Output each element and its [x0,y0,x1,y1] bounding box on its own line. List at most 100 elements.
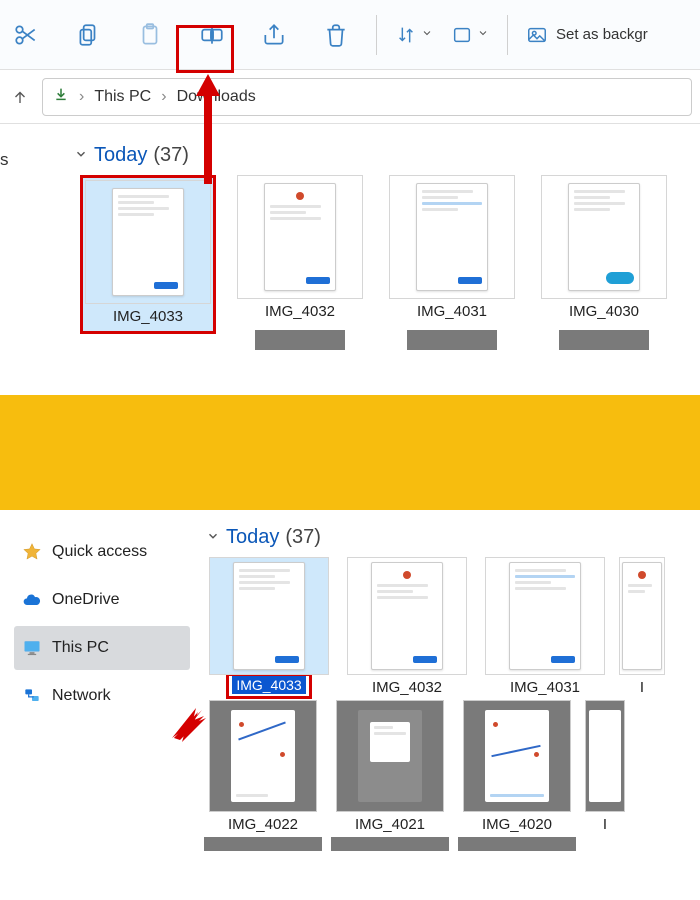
file-name: I [603,812,607,837]
up-button[interactable] [8,85,32,109]
sidebar-item-quick-access[interactable]: Quick access [14,530,190,574]
file-thumbnail [237,175,363,299]
chevron-down-icon [421,26,433,44]
trash-icon [323,22,349,48]
file-item[interactable]: IMG_4020 [458,700,576,851]
set-background-label: Set as backgr [556,26,648,43]
section-header-today[interactable]: Today (37) [206,526,700,549]
file-grid: IMG_4033 IMG_4032 IMG_4031 IMG_4030 [0,175,700,350]
share-icon [261,22,287,48]
file-item[interactable]: IMG_4031 [480,557,610,700]
monitor-icon [22,638,42,658]
breadcrumb[interactable]: › This PC › Downloads [42,78,692,116]
file-name: I [640,675,644,700]
file-thumbnail [389,175,515,299]
file-thumbnail [485,557,605,675]
view-dropdown[interactable] [451,24,489,46]
file-thumbnail [463,700,571,812]
file-thumbnail [619,557,665,675]
chevron-down-icon [206,526,220,549]
lower-content: Today (37) IMG_4033 IMG_4032 IMG_4031 I [190,510,700,900]
partial-thumbnail [255,330,345,350]
section-count: (37) [153,144,189,167]
content-area: Today (37) IMG_4033 IMG_4032 IMG_4031 IM… [0,124,700,350]
sidebar-item-this-pc[interactable]: This PC [14,626,190,670]
set-background-button[interactable]: Set as backgr [526,24,648,46]
partial-thumbnail [458,837,576,851]
file-thumbnail [209,700,317,812]
view-icon [451,24,473,46]
toolbar-separator [507,15,508,55]
sidebar-item-onedrive[interactable]: OneDrive [14,578,190,622]
share-button[interactable] [252,13,296,57]
breadcrumb-separator: › [79,88,84,106]
download-icon [53,86,69,107]
cut-button[interactable] [4,13,48,57]
paste-button[interactable] [128,13,172,57]
partial-thumbnail [407,330,497,350]
section-label: Today [94,144,147,167]
section-count: (37) [285,526,321,549]
rename-input[interactable]: IMG_4033 [232,676,305,694]
file-name: IMG_4020 [482,812,552,837]
partial-thumbnail [331,837,449,851]
sidebar-label: Network [52,687,111,705]
file-thumbnail [541,175,667,299]
sidebar: Quick access OneDrive This PC Network [0,510,190,900]
section-label: Today [226,526,279,549]
file-grid: IMG_4033 IMG_4032 IMG_4031 I [190,557,700,700]
file-item-selected[interactable]: IMG_4033 [78,175,218,350]
file-item-renaming[interactable]: IMG_4033 [204,557,334,700]
sort-dropdown[interactable] [395,24,433,46]
sidebar-item-network[interactable]: Network [14,674,190,718]
section-header-today[interactable]: Today (37) [74,144,700,167]
chevron-down-icon [477,26,489,44]
sidebar-label: This PC [52,639,109,657]
file-item[interactable]: IMG_4032 [342,557,472,700]
breadcrumb-row: › This PC › Downloads [0,70,700,124]
sort-icon [395,24,417,46]
file-name: IMG_4031 [510,675,580,700]
sidebar-fragment: s [0,150,22,170]
copy-button[interactable] [66,13,110,57]
star-icon [22,542,42,562]
picture-icon [526,24,548,46]
rename-highlight-box: IMG_4033 [226,673,311,699]
file-thumbnail [585,700,625,812]
scissors-icon [13,22,39,48]
toolbar: Set as backgr [0,0,700,70]
file-item[interactable]: IMG_4031 [382,175,522,350]
rename-button[interactable] [190,13,234,57]
file-item[interactable]: IMG_4032 [230,175,370,350]
file-item[interactable]: IMG_4021 [331,700,449,851]
file-item[interactable]: IMG_4030 [534,175,674,350]
file-grid-row2: IMG_4022 IMG_4021 IMG_4020 I [190,700,700,851]
file-item-partial[interactable]: I [618,557,666,700]
clipboard-icon [137,22,163,48]
lower-panel: Quick access OneDrive This PC Network To… [0,510,700,900]
chevron-down-icon [74,144,88,167]
file-thumbnail [347,557,467,675]
rename-icon [199,22,225,48]
sidebar-label: Quick access [52,543,147,561]
file-name: IMG_4031 [417,299,487,324]
file-name: IMG_4022 [228,812,298,837]
file-item[interactable]: IMG_4022 [204,700,322,851]
file-name: IMG_4033 [113,304,183,329]
delete-button[interactable] [314,13,358,57]
file-thumbnail [85,180,211,304]
breadcrumb-downloads[interactable]: Downloads [177,88,256,106]
file-item-partial[interactable]: I [585,700,625,851]
cloud-icon [22,590,42,610]
arrow-up-icon [11,88,29,106]
breadcrumb-separator: › [161,88,166,106]
breadcrumb-this-pc[interactable]: This PC [94,88,151,106]
yellow-separator-band [0,395,700,510]
file-thumbnail [336,700,444,812]
file-name: IMG_4030 [569,299,639,324]
sidebar-label: OneDrive [52,591,120,609]
network-icon [22,686,42,706]
copy-icon [75,22,101,48]
file-name: IMG_4032 [372,675,442,700]
file-thumbnail [209,557,329,675]
